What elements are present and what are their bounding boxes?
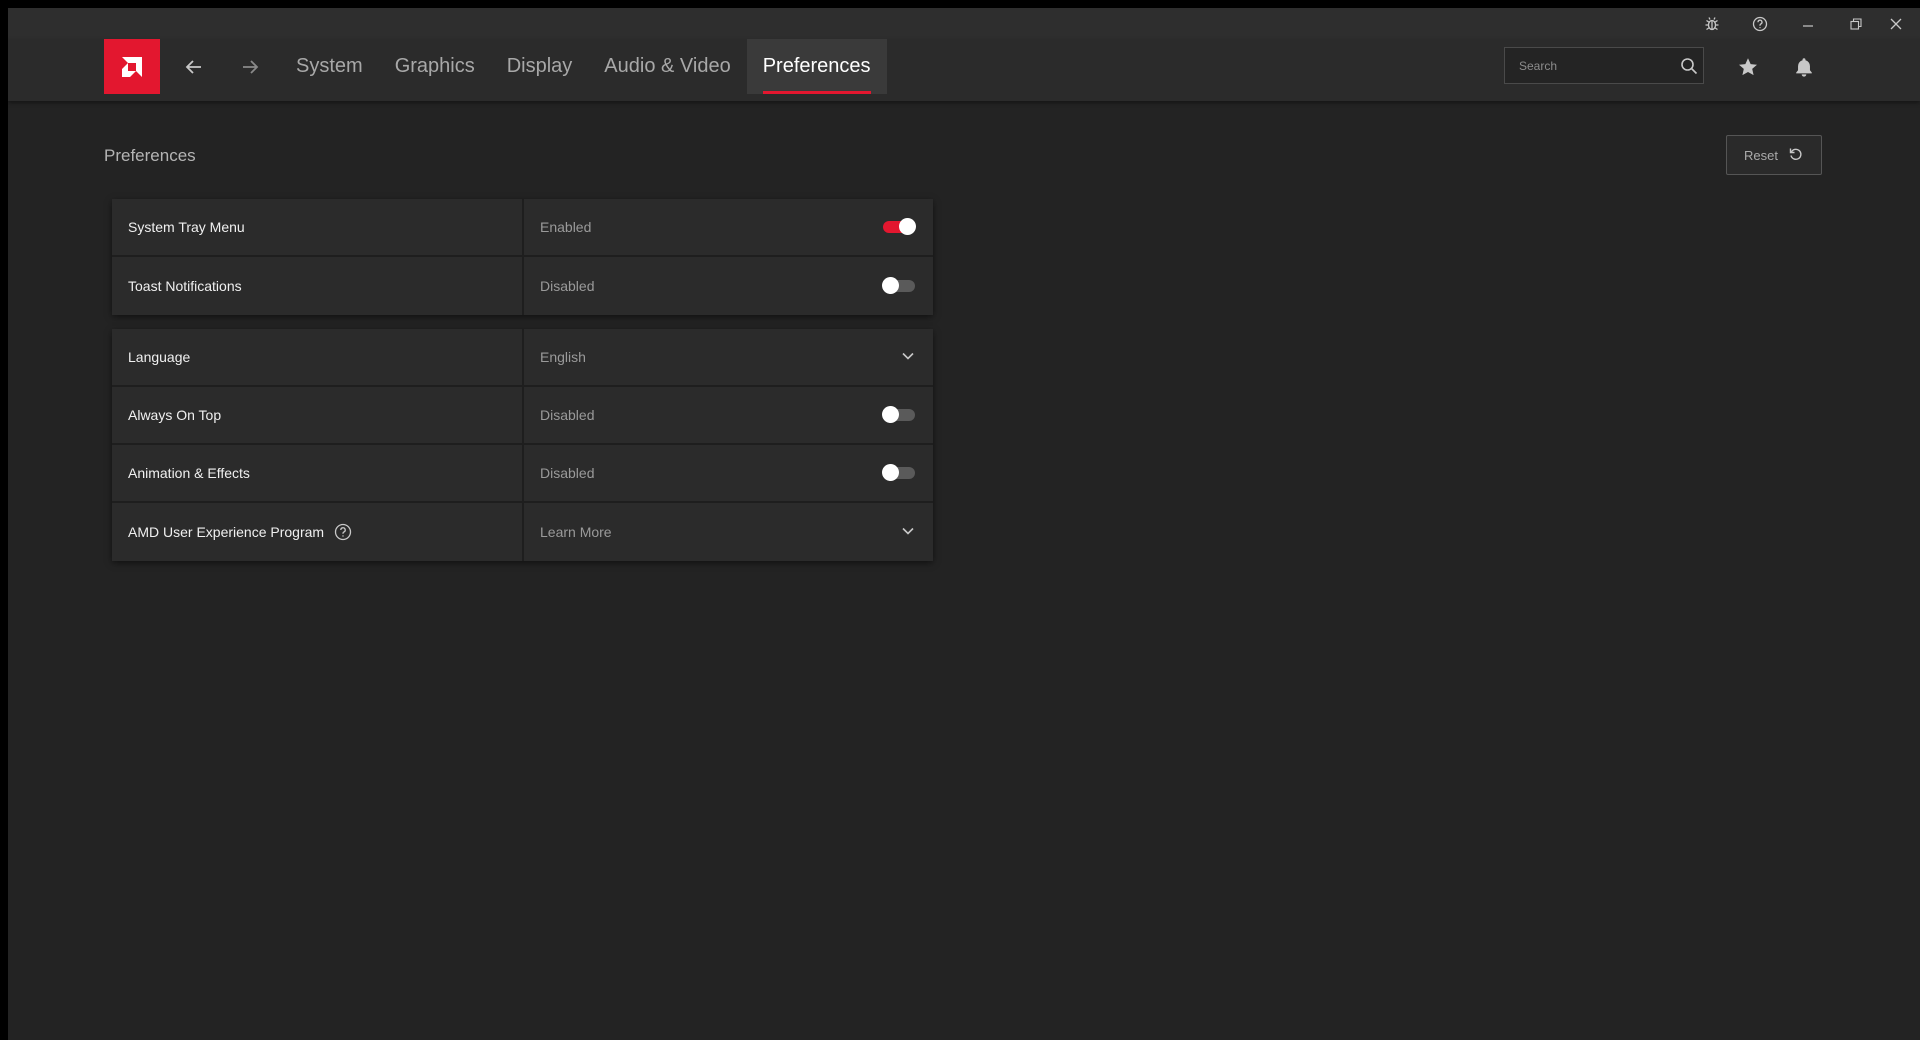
minimize-icon[interactable] [1784, 8, 1832, 39]
user-experience-program-dropdown[interactable]: Learn More [524, 503, 933, 561]
bell-icon[interactable] [1786, 49, 1822, 85]
nav-bar: System Graphics Display Audio & Video Pr… [8, 39, 1920, 101]
setting-value-text: Disabled [540, 407, 595, 423]
reset-label: Reset [1744, 147, 1778, 163]
animation-effects-toggle[interactable] [882, 464, 915, 481]
search-input[interactable] [1505, 48, 1674, 83]
nav-tabs: System Graphics Display Audio & Video Pr… [280, 39, 887, 94]
close-icon[interactable] [1872, 8, 1920, 39]
tab-audio-video[interactable]: Audio & Video [588, 39, 746, 94]
setting-value[interactable]: Enabled [524, 199, 933, 255]
tab-system[interactable]: System [280, 39, 379, 94]
setting-label: Always On Top [112, 387, 522, 443]
setting-value-text: English [540, 349, 586, 365]
setting-value[interactable]: Disabled [524, 257, 933, 315]
setting-label: AMD User Experience Program [112, 503, 522, 561]
app-window: System Graphics Display Audio & Video Pr… [8, 8, 1920, 1040]
setting-value-text: Disabled [540, 278, 595, 294]
language-dropdown[interactable]: English [524, 329, 933, 385]
reset-icon [1788, 146, 1804, 165]
chevron-down-icon [901, 524, 915, 541]
setting-value[interactable]: Disabled [524, 445, 933, 501]
amd-logo-icon[interactable] [104, 39, 160, 94]
setting-label: Language [112, 329, 522, 385]
help-icon[interactable] [1736, 8, 1784, 39]
toast-notifications-toggle[interactable] [882, 277, 915, 294]
chevron-down-icon [901, 349, 915, 366]
setting-row-always-on-top: Always On Top Disabled [112, 387, 933, 445]
setting-label: Animation & Effects [112, 445, 522, 501]
settings-group-general: Language English Always On Top Disabled … [112, 329, 933, 561]
star-icon[interactable] [1730, 49, 1766, 85]
setting-row-language: Language English [112, 329, 933, 387]
search-icon[interactable] [1674, 48, 1703, 83]
search-box [1504, 47, 1704, 84]
system-tray-menu-toggle[interactable] [883, 218, 916, 235]
page-title: Preferences [104, 146, 196, 165]
setting-value-text: Enabled [540, 219, 592, 235]
forward-arrow-icon[interactable] [232, 49, 268, 85]
tab-display[interactable]: Display [491, 39, 589, 94]
setting-value-text: Disabled [540, 465, 595, 481]
reset-button[interactable]: Reset [1726, 135, 1822, 175]
question-circle-icon[interactable] [334, 523, 352, 541]
setting-row-animation-effects: Animation & Effects Disabled [112, 445, 933, 503]
title-bar [8, 8, 1920, 39]
setting-label: Toast Notifications [112, 257, 522, 315]
bug-report-icon[interactable] [1688, 8, 1736, 39]
setting-row-toast-notifications: Toast Notifications Disabled [112, 257, 933, 315]
back-arrow-icon[interactable] [176, 49, 212, 85]
settings-group-notifications: System Tray Menu Enabled Toast Notificat… [112, 199, 933, 315]
always-on-top-toggle[interactable] [882, 406, 915, 423]
tab-preferences[interactable]: Preferences [746, 39, 887, 94]
setting-row-user-experience-program: AMD User Experience Program Learn More [112, 503, 933, 561]
setting-value[interactable]: Disabled [524, 387, 933, 443]
setting-row-system-tray-menu: System Tray Menu Enabled [112, 199, 933, 257]
tab-graphics[interactable]: Graphics [379, 39, 491, 94]
setting-label: System Tray Menu [112, 199, 522, 255]
setting-value-text: Learn More [540, 524, 612, 540]
